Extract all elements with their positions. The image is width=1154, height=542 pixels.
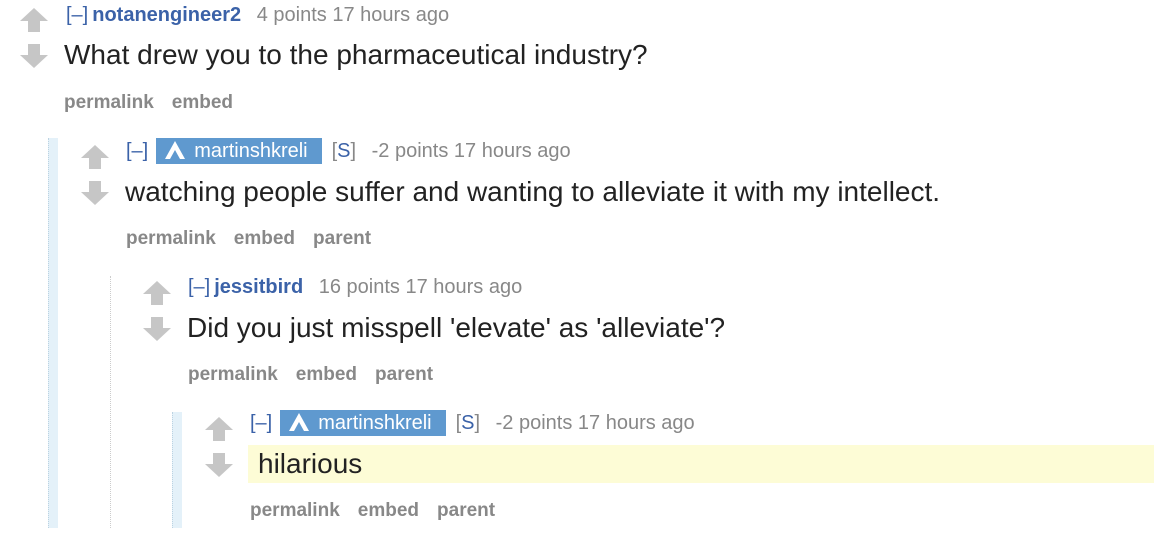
parent-button[interactable]: parent bbox=[437, 500, 495, 521]
downvote-arrow-icon[interactable] bbox=[202, 453, 236, 479]
permalink-button[interactable]: permalink bbox=[64, 92, 154, 113]
score-and-time: -2 points 17 hours ago bbox=[495, 412, 695, 434]
collapse-toggle[interactable]: [–] bbox=[126, 140, 148, 162]
parent-button[interactable]: parent bbox=[313, 228, 371, 249]
submitter-tag-letter[interactable]: S bbox=[461, 412, 474, 434]
submitter-tag-letter[interactable]: S bbox=[337, 140, 350, 162]
submitter-icon bbox=[289, 413, 310, 431]
author-link[interactable]: notanengineer2 bbox=[92, 4, 241, 26]
author-name: martinshkreli bbox=[318, 412, 432, 434]
score-and-time: 16 points 17 hours ago bbox=[318, 276, 523, 298]
submitter-icon bbox=[165, 141, 186, 159]
author-name: martinshkreli bbox=[194, 140, 308, 162]
submitter-tag-close: ] bbox=[474, 412, 481, 434]
score-and-time: -2 points 17 hours ago bbox=[371, 140, 571, 162]
embed-button[interactable]: embed bbox=[234, 228, 295, 249]
nesting-rail[interactable] bbox=[48, 138, 58, 528]
comment-buttons: permalink embed parent bbox=[188, 363, 451, 387]
embed-button[interactable]: embed bbox=[296, 364, 357, 385]
comment-tagline: [–] jessitbird 16 points 17 hours ago bbox=[188, 274, 522, 300]
comment-body: hilarious bbox=[248, 445, 1154, 483]
comment-martinshkreli-2: [–] martinshkreli [S] -2 points 17 hours a… bbox=[172, 410, 1154, 528]
submitter-tag-close: ] bbox=[350, 140, 357, 162]
comment-buttons: permalink embed bbox=[64, 91, 251, 115]
collapse-toggle[interactable]: [–] bbox=[250, 412, 272, 434]
upvote-arrow-icon[interactable] bbox=[78, 145, 112, 171]
author-link[interactable]: jessitbird bbox=[214, 276, 303, 298]
vote-controls bbox=[202, 417, 236, 479]
comment-body: What drew you to the pharmaceutical indu… bbox=[64, 39, 648, 70]
permalink-button[interactable]: permalink bbox=[188, 364, 278, 385]
comment-thread: [–] notanengineer2 4 points 17 hours ago … bbox=[0, 0, 1154, 542]
comment-buttons: permalink embed parent bbox=[250, 499, 513, 523]
downvote-arrow-icon[interactable] bbox=[78, 181, 112, 207]
downvote-arrow-icon[interactable] bbox=[17, 44, 51, 70]
comment-martinshkreli-1: [–] martinshkreli [S] -2 points 17 hours a… bbox=[48, 138, 1154, 528]
submitter-tag: [S] bbox=[332, 140, 356, 162]
comment-buttons: permalink embed parent bbox=[126, 227, 389, 251]
comment-tagline: [–] notanengineer2 4 points 17 hours ago bbox=[66, 2, 449, 28]
permalink-button[interactable]: permalink bbox=[250, 500, 340, 521]
upvote-arrow-icon[interactable] bbox=[140, 281, 174, 307]
downvote-arrow-icon[interactable] bbox=[140, 317, 174, 343]
comment-body: watching people suffer and wanting to al… bbox=[125, 176, 941, 207]
permalink-button[interactable]: permalink bbox=[126, 228, 216, 249]
parent-button[interactable]: parent bbox=[375, 364, 433, 385]
score-and-time: 4 points 17 hours ago bbox=[256, 4, 450, 26]
nesting-rail[interactable] bbox=[172, 412, 182, 528]
upvote-arrow-icon[interactable] bbox=[202, 417, 236, 443]
nesting-rail[interactable] bbox=[110, 276, 111, 528]
submitter-author-link[interactable]: martinshkreli bbox=[156, 138, 322, 164]
upvote-arrow-icon[interactable] bbox=[17, 8, 51, 34]
comment-jessitbird: [–] jessitbird 16 points 17 hours ago Did… bbox=[110, 276, 1154, 528]
comment-body: Did you just misspell 'elevate' as 'alle… bbox=[187, 312, 726, 343]
submitter-tag: [S] bbox=[456, 412, 480, 434]
vote-controls bbox=[78, 145, 112, 207]
comment-tagline: [–] martinshkreli [S] -2 points 17 hours a… bbox=[126, 138, 571, 164]
collapse-toggle[interactable]: [–] bbox=[66, 4, 88, 26]
collapse-toggle[interactable]: [–] bbox=[188, 276, 210, 298]
comment-tagline: [–] martinshkreli [S] -2 points 17 hours a… bbox=[250, 410, 695, 436]
embed-button[interactable]: embed bbox=[358, 500, 419, 521]
vote-controls bbox=[17, 8, 51, 70]
submitter-author-link[interactable]: martinshkreli bbox=[280, 410, 446, 436]
vote-controls bbox=[140, 281, 174, 343]
embed-button[interactable]: embed bbox=[172, 92, 233, 113]
